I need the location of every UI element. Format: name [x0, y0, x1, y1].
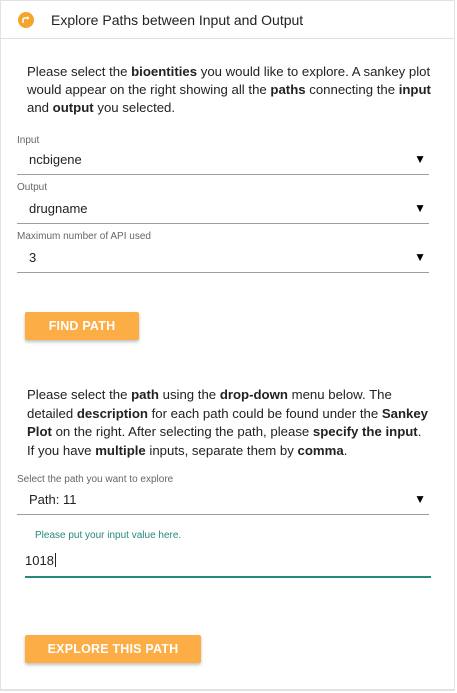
- explore-paths-panel: Explore Paths between Input and Output P…: [0, 0, 455, 691]
- text-caret: [54, 553, 56, 567]
- max-api-select-value: 3: [29, 250, 37, 265]
- input-select-label: Input: [17, 135, 40, 146]
- panel-title: Explore Paths between Input and Output: [51, 12, 304, 28]
- max-api-select[interactable]: 3 ▼: [17, 247, 429, 273]
- panel-header: Explore Paths between Input and Output: [1, 1, 454, 39]
- path-select[interactable]: Path: 11 ▼: [17, 489, 429, 515]
- route-icon: [18, 12, 34, 28]
- path-select-label: Select the path you want to explore: [17, 474, 174, 485]
- output-select[interactable]: drugname ▼: [17, 198, 429, 224]
- input-value-text: 1018: [25, 553, 54, 568]
- input-select[interactable]: ncbigene ▼: [17, 149, 429, 175]
- chevron-down-icon: ▼: [414, 250, 426, 264]
- explore-this-path-button[interactable]: EXPLORE THIS PATH: [25, 635, 201, 663]
- input-select-value: ncbigene: [29, 152, 82, 167]
- input-value-hint: Please put your input value here.: [35, 530, 182, 541]
- output-select-label: Output: [17, 182, 48, 193]
- footer-divider: [1, 689, 454, 690]
- chevron-down-icon: ▼: [414, 492, 426, 506]
- find-path-button-label: FIND PATH: [48, 319, 116, 333]
- intro-text: Please select the bioentities you would …: [27, 64, 431, 115]
- input-value-field[interactable]: 1018: [25, 548, 431, 578]
- path-select-value: Path: 11: [29, 492, 77, 507]
- output-select-value: drugname: [29, 201, 88, 216]
- chevron-down-icon: ▼: [414, 201, 426, 215]
- find-path-button[interactable]: FIND PATH: [25, 312, 139, 340]
- explore-this-path-button-label: EXPLORE THIS PATH: [47, 642, 179, 656]
- max-api-select-label: Maximum number of API used: [17, 231, 151, 242]
- chevron-down-icon: ▼: [414, 152, 426, 166]
- path-description-text: Please select the path using the drop-do…: [27, 387, 429, 458]
